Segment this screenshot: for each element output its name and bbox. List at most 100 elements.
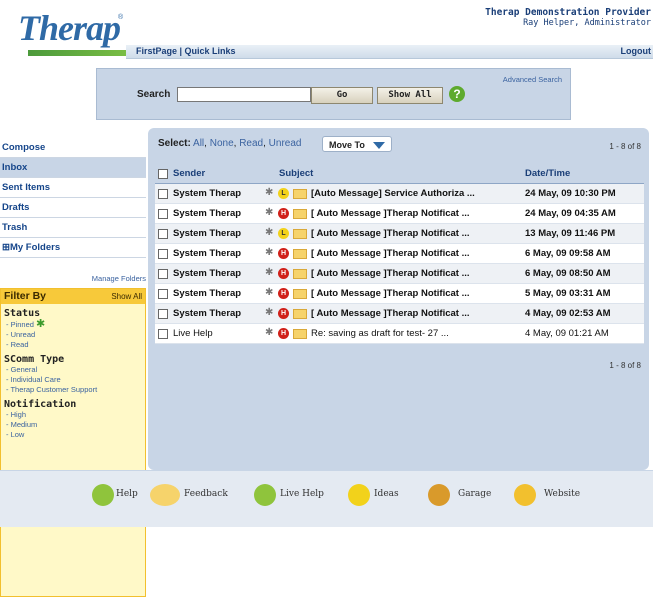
therap-logo[interactable]: Therap ® <box>14 8 132 56</box>
filter-show-all-link[interactable]: Show All <box>111 292 142 301</box>
row-checkbox[interactable] <box>158 289 168 299</box>
table-row[interactable]: System Therap ✱ H[ Auto Message ]Therap No… <box>155 244 644 264</box>
row-checkbox[interactable] <box>158 229 168 239</box>
help-question-icon[interactable] <box>92 484 114 506</box>
row-sender[interactable]: System Therap <box>173 188 241 199</box>
select-all-link[interactable]: All <box>193 138 204 149</box>
sidebar-item-my-folders[interactable]: ⊞My Folders <box>0 238 146 258</box>
ideas-icon[interactable] <box>348 484 370 506</box>
pin-icon[interactable]: ✱ <box>265 187 273 198</box>
filter-low[interactable]: - Low <box>1 430 145 440</box>
row-checkbox[interactable] <box>158 249 168 259</box>
logo-text: Therap <box>18 8 121 48</box>
pin-icon[interactable]: ✱ <box>265 287 273 298</box>
filter-notification-title: Notification <box>4 399 77 410</box>
pagination-count-top: 1 - 8 of 8 <box>609 142 641 151</box>
filter-read[interactable]: - Read <box>1 340 145 350</box>
row-icons: ✱ H <box>265 247 311 260</box>
help-icon[interactable]: ? <box>449 86 465 102</box>
header-sender[interactable]: Sender <box>173 168 205 179</box>
garage-gear-icon[interactable] <box>428 484 450 506</box>
table-row[interactable]: Live Help ✱ H Re: saving as draft for test-… <box>155 324 644 344</box>
footer-feedback-link[interactable]: Feedback <box>184 489 228 499</box>
pin-icon[interactable]: ✱ <box>265 267 273 278</box>
row-sender[interactable]: Live Help <box>173 328 213 339</box>
row-icons: ✱ H <box>265 207 311 220</box>
pin-icon[interactable]: ✱ <box>265 227 273 238</box>
filter-medium[interactable]: - Medium <box>1 420 145 430</box>
row-subject[interactable]: [ Auto Message ]Therap Notificat ... <box>311 288 470 299</box>
select-none-link[interactable]: None <box>210 138 234 149</box>
footer-garage-link[interactable]: Garage <box>458 489 491 499</box>
filter-title: Filter By <box>4 290 47 302</box>
filter-panel: Filter By Show All Status - Pinned ✱ - U… <box>0 288 146 597</box>
row-checkbox[interactable] <box>158 189 168 199</box>
row-subject[interactable]: [ Auto Message ]Therap Notificat ... <box>311 208 470 219</box>
manage-folders-link[interactable]: Manage Folders <box>92 274 146 283</box>
row-sender[interactable]: System Therap <box>173 288 241 299</box>
filter-customer-support[interactable]: - Therap Customer Support <box>1 385 145 395</box>
table-row[interactable]: System Therap ✱ H[ Auto Message ]Therap No… <box>155 304 644 324</box>
row-subject[interactable]: [ Auto Message ]Therap Notificat ... <box>311 248 470 259</box>
sidebar-item-drafts[interactable]: Drafts <box>0 198 146 218</box>
header-subject[interactable]: Subject <box>279 168 313 179</box>
row-sender[interactable]: System Therap <box>173 248 241 259</box>
row-icons: ✱ H <box>265 327 311 340</box>
row-checkbox[interactable] <box>158 209 168 219</box>
filter-general[interactable]: - General <box>1 365 145 375</box>
logout-link[interactable]: Logout <box>621 46 652 56</box>
sidebar: Compose Inbox Sent Items Drafts Trash ⊞M… <box>0 138 146 597</box>
feedback-icon[interactable] <box>150 484 180 506</box>
row-checkbox[interactable] <box>158 269 168 279</box>
provider-info: Therap Demonstration Provider Ray Helper… <box>485 7 651 28</box>
row-subject[interactable]: [ Auto Message ]Therap Notificat ... <box>311 268 470 279</box>
sidebar-item-inbox[interactable]: Inbox <box>0 158 146 178</box>
filter-unread[interactable]: - Unread <box>1 330 145 340</box>
table-row[interactable]: System Therap ✱ L [Auto Message] Service Au… <box>155 184 644 204</box>
row-icons: ✱ H <box>265 267 311 280</box>
row-sender[interactable]: System Therap <box>173 268 241 279</box>
live-help-icon[interactable] <box>254 484 276 506</box>
select-read-link[interactable]: Read <box>239 138 263 149</box>
show-all-button[interactable]: Show All <box>377 87 443 104</box>
header-date[interactable]: Date/Time <box>525 168 570 179</box>
row-subject[interactable]: Re: saving as draft for test- 27 ... <box>311 328 449 339</box>
pin-icon[interactable]: ✱ <box>265 307 273 318</box>
table-row[interactable]: System Therap ✱ H[ Auto Message ]Therap No… <box>155 264 644 284</box>
message-rows: System Therap ✱ L [Auto Message] Service Au… <box>155 184 644 344</box>
sidebar-item-trash[interactable]: Trash <box>0 218 146 238</box>
pin-icon[interactable]: ✱ <box>265 327 273 338</box>
row-sender[interactable]: System Therap <box>173 228 241 239</box>
sidebar-item-sent-items[interactable]: Sent Items <box>0 178 146 198</box>
select-unread-link[interactable]: Unread <box>269 138 302 149</box>
nav-links[interactable]: FirstPage | Quick Links <box>136 46 236 56</box>
move-to-dropdown[interactable]: Move To <box>322 136 392 152</box>
table-row[interactable]: System Therap ✱ L[ Auto Message ]Therap No… <box>155 224 644 244</box>
pin-icon[interactable]: ✱ <box>265 247 273 258</box>
row-subject[interactable]: [ Auto Message ]Therap Notificat ... <box>311 308 470 319</box>
filter-individual-care[interactable]: - Individual Care <box>1 375 145 385</box>
filter-pinned[interactable]: - Pinned ✱ <box>1 319 145 330</box>
row-sender[interactable]: System Therap <box>173 208 241 219</box>
row-icons: ✱ L <box>265 227 311 240</box>
footer-website-link[interactable]: Website <box>544 489 580 499</box>
table-row[interactable]: System Therap ✱ H[ Auto Message ]Therap No… <box>155 204 644 224</box>
row-subject[interactable]: [Auto Message] Service Authoriza ... <box>311 188 475 199</box>
filter-high[interactable]: - High <box>1 410 145 420</box>
advanced-search-link[interactable]: Advanced Search <box>503 75 562 84</box>
footer-help-link[interactable]: Help <box>116 489 138 499</box>
row-checkbox[interactable] <box>158 309 168 319</box>
footer-ideas-link[interactable]: Ideas <box>374 489 399 499</box>
website-icon[interactable] <box>514 484 536 506</box>
select-label: Select: <box>158 138 191 149</box>
table-row[interactable]: System Therap ✱ H[ Auto Message ]Therap No… <box>155 284 644 304</box>
pin-icon[interactable]: ✱ <box>265 207 273 218</box>
search-input[interactable] <box>177 87 311 102</box>
select-all-checkbox[interactable] <box>158 169 168 179</box>
sidebar-item-compose[interactable]: Compose <box>0 138 146 158</box>
row-checkbox[interactable] <box>158 329 168 339</box>
row-sender[interactable]: System Therap <box>173 308 241 319</box>
row-subject[interactable]: [ Auto Message ]Therap Notificat ... <box>311 228 470 239</box>
footer-live-help-link[interactable]: Live Help <box>280 489 324 499</box>
go-button[interactable]: Go <box>311 87 373 104</box>
